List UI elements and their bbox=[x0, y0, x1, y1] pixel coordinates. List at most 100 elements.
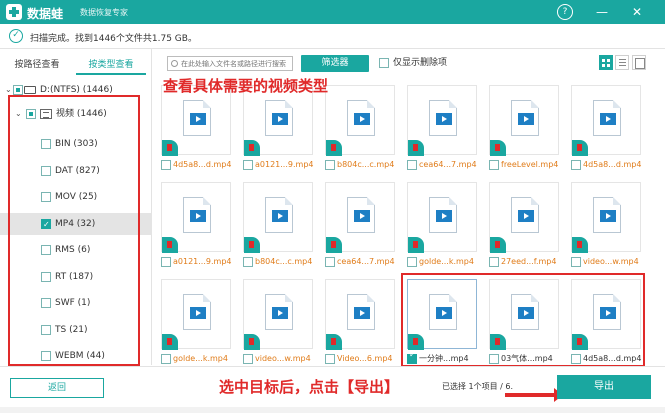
tab-by-type[interactable]: 按类型查看 bbox=[76, 55, 146, 75]
file-caption: 4d5a8...d.mp4 bbox=[571, 159, 649, 171]
play-icon bbox=[436, 113, 452, 125]
file-thumbnail[interactable] bbox=[489, 85, 559, 156]
file-checkbox[interactable] bbox=[161, 354, 171, 364]
back-button[interactable]: 返回 bbox=[10, 378, 104, 398]
file-checkbox[interactable] bbox=[407, 160, 417, 170]
file-checkbox[interactable] bbox=[161, 160, 171, 170]
video-file-icon bbox=[593, 197, 621, 233]
file-name: a0121...9.mp4 bbox=[173, 257, 232, 266]
filter-button[interactable]: 筛选器 bbox=[301, 55, 369, 72]
file-card[interactable]: 27eed...f.mp4 bbox=[489, 182, 559, 270]
only-deleted-checkbox[interactable] bbox=[379, 58, 389, 68]
play-icon bbox=[600, 210, 616, 222]
file-checkbox[interactable] bbox=[489, 160, 499, 170]
grid-view-button[interactable] bbox=[599, 55, 613, 70]
deleted-badge-icon bbox=[162, 334, 178, 350]
search-box[interactable] bbox=[167, 56, 293, 71]
file-thumbnail[interactable] bbox=[243, 182, 313, 253]
file-checkbox[interactable] bbox=[243, 354, 253, 364]
file-caption: a0121...9.mp4 bbox=[161, 256, 239, 268]
deleted-badge-icon bbox=[162, 140, 178, 156]
file-card[interactable]: video...w.mp4 bbox=[243, 279, 313, 367]
file-caption: 4d5a8...d.mp4 bbox=[161, 159, 239, 171]
file-name: Video...6.mp4 bbox=[337, 354, 393, 363]
file-caption: cea64...7.mp4 bbox=[325, 256, 403, 268]
play-icon bbox=[272, 307, 288, 319]
file-name: freeLevel.mp4 bbox=[501, 160, 559, 169]
file-card[interactable]: Video...6.mp4 bbox=[325, 279, 395, 367]
play-icon bbox=[272, 210, 288, 222]
video-file-icon bbox=[511, 100, 539, 136]
file-card[interactable]: b804c...c.mp4 bbox=[243, 182, 313, 270]
bottom-bar: 返回 选中目标后，点击【导出】 已选择 1个项目 / 6. 导出 bbox=[0, 366, 665, 413]
app-subtitle: 数据恢复专家 bbox=[80, 8, 128, 17]
deleted-badge-icon bbox=[326, 140, 342, 156]
file-card[interactable]: a0121...9.mp4 bbox=[161, 182, 231, 270]
file-thumbnail[interactable] bbox=[243, 279, 313, 350]
list-view-button[interactable] bbox=[615, 55, 629, 70]
deleted-badge-icon bbox=[244, 237, 260, 253]
file-checkbox[interactable] bbox=[571, 257, 581, 267]
file-checkbox[interactable] bbox=[325, 160, 335, 170]
video-file-icon bbox=[183, 294, 211, 330]
file-card[interactable]: golde...k.mp4 bbox=[161, 279, 231, 367]
file-name: 4d5a8...d.mp4 bbox=[173, 160, 232, 169]
detail-view-button[interactable] bbox=[632, 55, 646, 70]
file-checkbox[interactable] bbox=[243, 160, 253, 170]
minimize-button[interactable]: — bbox=[594, 4, 610, 20]
file-card[interactable]: 4d5a8...d.mp4 bbox=[161, 85, 231, 173]
file-thumbnail[interactable] bbox=[325, 85, 395, 156]
deleted-badge-icon bbox=[408, 237, 424, 253]
selection-info: 已选择 1个项目 / 6. bbox=[442, 382, 514, 391]
deleted-badge-icon bbox=[490, 237, 506, 253]
deleted-badge-icon bbox=[572, 237, 588, 253]
close-button[interactable]: ✕ bbox=[629, 4, 645, 20]
file-name: golde...k.mp4 bbox=[173, 354, 228, 363]
drive-checkbox[interactable] bbox=[13, 85, 23, 95]
search-input[interactable] bbox=[181, 57, 291, 70]
file-thumbnail[interactable] bbox=[571, 85, 641, 156]
file-caption: b804c...c.mp4 bbox=[243, 256, 321, 268]
file-thumbnail[interactable] bbox=[161, 279, 231, 350]
file-thumbnail[interactable] bbox=[407, 85, 477, 156]
file-thumbnail[interactable] bbox=[161, 182, 231, 253]
file-card[interactable]: freeLevel.mp4 bbox=[489, 85, 559, 173]
file-card[interactable]: golde...k.mp4 bbox=[407, 182, 477, 270]
file-thumbnail[interactable] bbox=[571, 182, 641, 253]
video-file-icon bbox=[347, 100, 375, 136]
file-card[interactable]: b804c...c.mp4 bbox=[325, 85, 395, 173]
file-checkbox[interactable] bbox=[489, 257, 499, 267]
file-caption: video...w.mp4 bbox=[243, 353, 321, 365]
file-card[interactable]: 4d5a8...d.mp4 bbox=[571, 85, 641, 173]
file-checkbox[interactable] bbox=[407, 257, 417, 267]
play-icon bbox=[354, 210, 370, 222]
tab-by-path[interactable]: 按路径查看 bbox=[2, 55, 72, 75]
file-card[interactable]: video...w.mp4 bbox=[571, 182, 641, 270]
file-checkbox[interactable] bbox=[571, 160, 581, 170]
check-circle-icon: ✓ bbox=[9, 29, 23, 43]
file-card[interactable]: cea64...7.mp4 bbox=[325, 182, 395, 270]
deleted-badge-icon bbox=[162, 237, 178, 253]
file-checkbox[interactable] bbox=[325, 354, 335, 364]
file-thumbnail[interactable] bbox=[325, 182, 395, 253]
video-file-icon bbox=[183, 197, 211, 233]
file-thumbnail[interactable] bbox=[407, 182, 477, 253]
file-card[interactable]: cea64...7.mp4 bbox=[407, 85, 477, 173]
only-deleted-label: 仅显示删除项 bbox=[393, 58, 448, 68]
file-checkbox[interactable] bbox=[243, 257, 253, 267]
file-checkbox[interactable] bbox=[325, 257, 335, 267]
app-logo-icon bbox=[6, 4, 22, 20]
title-bar: 数据蛙 数据恢复专家 ? — ✕ bbox=[0, 0, 665, 24]
file-caption: a0121...9.mp4 bbox=[243, 159, 321, 171]
file-thumbnail[interactable] bbox=[325, 279, 395, 350]
play-icon bbox=[190, 307, 206, 319]
file-thumbnail[interactable] bbox=[489, 182, 559, 253]
help-button[interactable]: ? bbox=[557, 4, 573, 20]
export-button[interactable]: 导出 bbox=[557, 375, 651, 399]
file-card[interactable]: a0121...9.mp4 bbox=[243, 85, 313, 173]
file-checkbox[interactable] bbox=[161, 257, 171, 267]
video-file-icon bbox=[183, 100, 211, 136]
app-title: 数据蛙 bbox=[27, 7, 64, 21]
deleted-badge-icon bbox=[408, 140, 424, 156]
file-caption: video...w.mp4 bbox=[571, 256, 649, 268]
